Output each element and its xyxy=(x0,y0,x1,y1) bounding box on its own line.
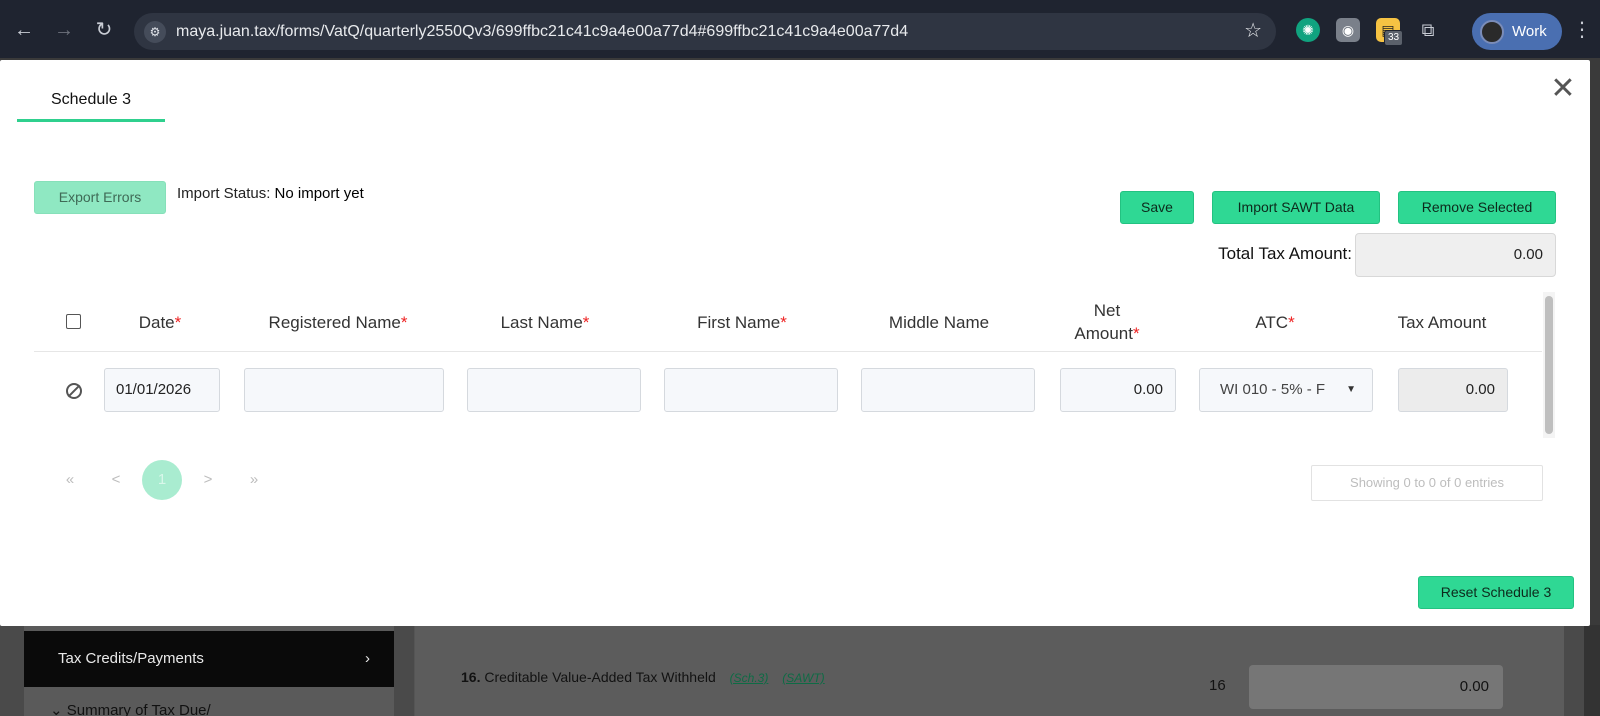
table-scrollbar[interactable] xyxy=(1543,292,1555,438)
profile-button[interactable]: Work xyxy=(1472,13,1562,50)
extension-badge: 33 xyxy=(1384,30,1404,46)
import-status: Import Status: No import yet xyxy=(177,185,364,202)
bookmark-star-icon[interactable]: ☆ xyxy=(1244,13,1262,50)
sidebar-item-label: Summary of Tax Due/ xyxy=(66,702,211,716)
total-tax-label: Total Tax Amount: xyxy=(1218,244,1352,263)
table-header: Date* Registered Name* Last Name* First … xyxy=(34,292,1542,352)
line-16-label: 16. Creditable Value-Added Tax Withheld … xyxy=(461,669,825,685)
import-status-label: Import Status: xyxy=(177,185,271,202)
first-page-button[interactable]: « xyxy=(50,460,90,500)
tab-schedule-3[interactable]: Schedule 3 xyxy=(17,78,165,122)
url-text[interactable]: maya.juan.tax/forms/VatQ/quarterly2550Qv… xyxy=(176,13,908,50)
site-settings-icon[interactable]: ⚙ xyxy=(144,21,166,43)
column-header-tax-amount: Tax Amount xyxy=(1397,312,1487,332)
camera-extension-icon[interactable]: ◉ xyxy=(1336,18,1360,42)
tax-amount-field: 0.00 xyxy=(1398,368,1508,412)
back-arrow-icon[interactable]: ← xyxy=(8,14,40,46)
chevron-right-icon: › xyxy=(365,650,370,667)
column-header-first-name: First Name* xyxy=(697,312,787,332)
import-status-value: No import yet xyxy=(274,185,364,202)
kebab-menu-icon[interactable]: ⋮ xyxy=(1572,14,1592,46)
column-header-middle-name: Middle Name xyxy=(888,312,990,332)
column-header-atc: ATC* xyxy=(1255,312,1295,332)
save-button[interactable]: Save xyxy=(1120,191,1194,224)
export-errors-button[interactable]: Export Errors xyxy=(34,181,166,214)
column-header-last-name: Last Name* xyxy=(500,312,590,332)
registered-name-input[interactable] xyxy=(244,368,444,412)
avatar xyxy=(1480,20,1504,44)
address-bar[interactable]: ⚙ maya.juan.tax/forms/VatQ/quarterly2550… xyxy=(134,13,1276,50)
reload-icon[interactable]: ↻ xyxy=(88,14,120,46)
sidebar: Tax Credits/Payments › ⌄ Summary of Tax … xyxy=(24,625,394,716)
sch3-link[interactable]: (Sch.3) xyxy=(730,671,769,685)
column-header-registered-name: Registered Name* xyxy=(268,312,408,332)
sidebar-item-label: Tax Credits/Payments xyxy=(58,650,204,667)
line-16-value: 0.00 xyxy=(1249,665,1503,709)
form-main: 16. Creditable Value-Added Tax Withheld … xyxy=(414,625,1564,716)
background-page: Tax Credits/Payments › ⌄ Summary of Tax … xyxy=(0,625,1600,716)
date-input[interactable]: 01/01/2026 xyxy=(104,368,220,412)
middle-name-input[interactable] xyxy=(861,368,1035,412)
first-name-input[interactable] xyxy=(664,368,838,412)
page-scrollbar[interactable] xyxy=(1584,625,1600,716)
last-name-input[interactable] xyxy=(467,368,641,412)
sawt-link[interactable]: (SAWT) xyxy=(782,671,824,685)
browser-toolbar: ← → ↻ ⚙ maya.juan.tax/forms/VatQ/quarter… xyxy=(0,0,1600,58)
prev-page-button[interactable]: < xyxy=(96,460,136,500)
close-icon[interactable]: ✕ xyxy=(1548,74,1578,104)
sidebar-item-summary[interactable]: ⌄ Summary of Tax Due/ xyxy=(50,701,211,716)
line-label: Creditable Value-Added Tax Withheld xyxy=(484,669,716,685)
page-1-button[interactable]: 1 xyxy=(142,460,182,500)
reset-schedule-button[interactable]: Reset Schedule 3 xyxy=(1418,576,1574,609)
ban-icon xyxy=(66,383,82,399)
column-header-net-amount: Net Amount* xyxy=(1074,301,1140,343)
caret-down-icon: ▼ xyxy=(1346,384,1356,395)
entries-info: Showing 0 to 0 of 0 entries xyxy=(1311,465,1543,501)
chatgpt-extension-icon[interactable]: ✺ xyxy=(1296,18,1320,42)
column-header-date: Date* xyxy=(138,312,182,332)
import-sawt-button[interactable]: Import SAWT Data xyxy=(1212,191,1380,224)
remove-selected-button[interactable]: Remove Selected xyxy=(1398,191,1556,224)
sidebar-item-tax-credits[interactable]: Tax Credits/Payments › xyxy=(24,631,394,687)
schedule-3-modal: Schedule 3 ✕ Export Errors Import Status… xyxy=(0,60,1590,626)
net-amount-input[interactable]: 0.00 xyxy=(1060,368,1176,412)
profile-name: Work xyxy=(1512,23,1547,40)
total-tax-field: 0.00 xyxy=(1355,233,1556,277)
scrollbar-thumb[interactable] xyxy=(1545,296,1553,434)
last-page-button[interactable]: » xyxy=(234,460,274,500)
table-row: 01/01/2026 0.00 WI 010 - 5% - F ▼ 0.00 xyxy=(34,353,1542,433)
next-page-button[interactable]: > xyxy=(188,460,228,500)
line-number: 16. xyxy=(461,669,481,685)
select-all-checkbox[interactable] xyxy=(66,314,81,329)
atc-select[interactable]: WI 010 - 5% - F ▼ xyxy=(1199,368,1373,412)
notes-extension-icon[interactable]: ▤ 33 xyxy=(1376,18,1404,46)
forward-arrow-icon[interactable]: → xyxy=(48,14,80,46)
atc-selected-value: WI 010 - 5% - F xyxy=(1220,381,1326,398)
line-16-code: 16 xyxy=(1209,677,1226,694)
extensions-puzzle-icon[interactable]: ⧉ xyxy=(1416,18,1440,42)
